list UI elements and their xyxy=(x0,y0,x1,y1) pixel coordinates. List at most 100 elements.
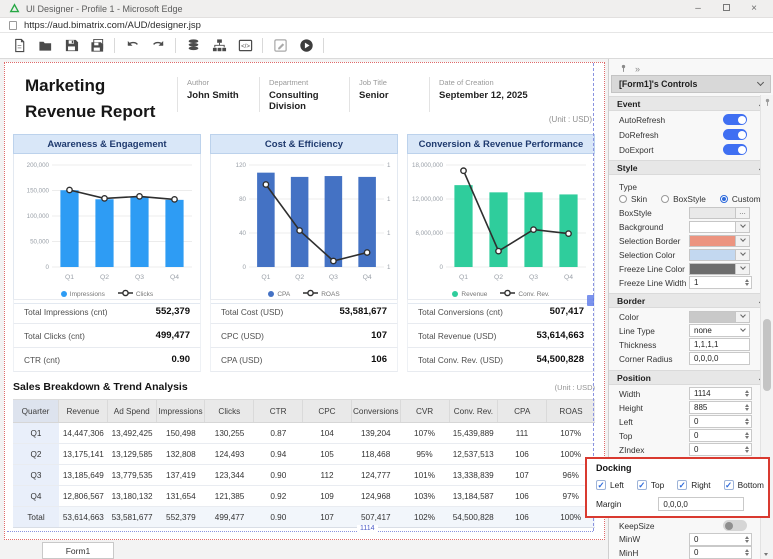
spinner-arrows[interactable] xyxy=(745,418,749,425)
spin-down-icon[interactable] xyxy=(745,422,749,425)
doexport-toggle[interactable] xyxy=(723,144,747,155)
radio-option-boxstyle[interactable]: BoxStyle xyxy=(661,194,706,204)
save-icon[interactable] xyxy=(62,37,80,55)
color-swatch[interactable] xyxy=(689,235,736,247)
section-header-position[interactable]: Position xyxy=(609,370,773,385)
stats-column-1[interactable]: Total Impressions (cnt)552,379Total Clic… xyxy=(13,299,201,372)
keepsize-toggle[interactable] xyxy=(723,520,747,531)
number-input[interactable]: 1114 xyxy=(689,387,752,400)
spin-up-icon[interactable] xyxy=(745,279,749,282)
form-canvas[interactable]: Marketing Revenue Report AuthorJohn Smit… xyxy=(4,62,605,540)
spin-down-icon[interactable] xyxy=(745,283,749,286)
section-header-event[interactable]: Event xyxy=(609,96,773,111)
address-bar[interactable]: https://aud.bimatrix.com/AUD/designer.js… xyxy=(0,18,773,33)
spin-up-icon[interactable] xyxy=(745,549,749,552)
spin-down-icon[interactable] xyxy=(745,394,749,397)
spin-up-icon[interactable] xyxy=(745,446,749,449)
number-input[interactable]: 0 xyxy=(689,533,752,546)
dropdown-button[interactable] xyxy=(736,221,750,233)
table-row[interactable]: Q213,175,14113,129,585132,808124,4930.94… xyxy=(13,444,595,465)
spinner-arrows[interactable] xyxy=(745,549,749,556)
spin-down-icon[interactable] xyxy=(745,540,749,543)
spinner-arrows[interactable] xyxy=(745,404,749,411)
margin-input[interactable]: 0,0,0,0 xyxy=(658,497,744,511)
docking-checkbox-bottom[interactable]: ✓Bottom xyxy=(724,480,764,490)
spinner-arrows[interactable] xyxy=(745,536,749,543)
stats-column-2[interactable]: Total Cost (USD)53,581,677CPC (USD)107CP… xyxy=(210,299,398,372)
docking-checkbox-top[interactable]: ✓Top xyxy=(637,480,664,490)
spin-up-icon[interactable] xyxy=(745,432,749,435)
run-icon[interactable] xyxy=(297,37,315,55)
table-row[interactable]: Total53,614,66353,581,677552,379499,4770… xyxy=(13,507,595,528)
table-row[interactable]: Q313,185,64913,779,535137,419123,3440.90… xyxy=(13,465,595,486)
scroll-down-icon[interactable] xyxy=(764,553,768,556)
form-tab[interactable]: Form1 xyxy=(42,542,114,559)
spin-down-icon[interactable] xyxy=(745,450,749,453)
new-document-icon[interactable] xyxy=(10,37,28,55)
open-folder-icon[interactable] xyxy=(36,37,54,55)
close-button[interactable]: × xyxy=(749,3,759,14)
text-input[interactable]: 0,0,0,0 xyxy=(689,352,750,365)
chart-card-1[interactable]: Awareness & Engagement050,000100,000150,… xyxy=(13,134,201,304)
checkbox-label: Right xyxy=(691,480,710,490)
spinner-arrows[interactable] xyxy=(745,432,749,439)
minimize-button[interactable]: – xyxy=(693,3,703,14)
autorefresh-toggle[interactable] xyxy=(723,114,747,125)
chart-card-2[interactable]: Cost & Efficiency014018011201Q1Q2Q3Q4CPA… xyxy=(210,134,398,304)
save-all-icon[interactable] xyxy=(88,37,106,55)
number-input[interactable]: 1 xyxy=(689,276,752,289)
number-input[interactable]: 885 xyxy=(689,401,752,414)
dropdown-button[interactable] xyxy=(736,311,750,323)
radio-option-custom[interactable]: Custom xyxy=(720,194,761,204)
number-input[interactable]: 0 xyxy=(689,415,752,428)
spin-down-icon[interactable] xyxy=(745,408,749,411)
controls-header[interactable]: [Form1]'s Controls xyxy=(611,75,771,93)
spin-up-icon[interactable] xyxy=(745,404,749,407)
section-header-style[interactable]: Style xyxy=(609,160,773,175)
scroll-pin-icon[interactable] xyxy=(763,97,772,108)
resize-handle-icon[interactable] xyxy=(587,295,594,306)
number-input[interactable]: 0 xyxy=(689,546,752,559)
spinner-arrows[interactable] xyxy=(745,446,749,453)
docking-checkbox-left[interactable]: ✓Left xyxy=(596,480,624,490)
undo-icon[interactable] xyxy=(123,37,141,55)
color-swatch[interactable] xyxy=(689,207,736,219)
hierarchy-icon[interactable] xyxy=(210,37,228,55)
radio-option-skin[interactable]: Skin xyxy=(619,194,647,204)
number-input[interactable]: 0 xyxy=(689,443,752,456)
spin-down-icon[interactable] xyxy=(745,553,749,556)
maximize-button[interactable] xyxy=(721,3,731,14)
color-swatch[interactable] xyxy=(689,263,736,275)
sales-table[interactable]: QuarterRevenueAd SpendImpressionsClicksC… xyxy=(13,399,595,528)
redo-icon[interactable] xyxy=(149,37,167,55)
dropdown-button[interactable] xyxy=(736,235,750,247)
collapse-panel-icon[interactable]: » xyxy=(635,64,640,74)
table-row[interactable]: Q114,447,30613,492,425150,498130,2550.87… xyxy=(13,423,595,444)
scrollbar-thumb[interactable] xyxy=(763,319,771,391)
spinner-arrows[interactable] xyxy=(745,390,749,397)
docking-checkbox-right[interactable]: ✓Right xyxy=(677,480,710,490)
ellipsis-button[interactable]: … xyxy=(736,207,750,219)
spin-up-icon[interactable] xyxy=(745,536,749,539)
data-source-icon[interactable] xyxy=(184,37,202,55)
number-input[interactable]: 0 xyxy=(689,429,752,442)
text-input[interactable]: 1,1,1,1 xyxy=(689,338,750,351)
pin-icon[interactable] xyxy=(619,63,628,74)
color-swatch[interactable] xyxy=(689,221,736,233)
spin-down-icon[interactable] xyxy=(745,436,749,439)
dropdown-select[interactable]: none xyxy=(689,324,750,337)
color-swatch[interactable] xyxy=(689,249,736,261)
spin-up-icon[interactable] xyxy=(745,418,749,421)
code-view-icon[interactable]: </> xyxy=(236,37,254,55)
color-swatch[interactable] xyxy=(689,311,736,323)
stats-column-3[interactable]: Total Conversions (cnt)507,417Total Reve… xyxy=(407,299,595,372)
table-row[interactable]: Q412,806,56713,180,132131,654121,3850.92… xyxy=(13,486,595,507)
chart-card-3[interactable]: Conversion & Revenue Performance06,000,0… xyxy=(407,134,595,304)
dropdown-button[interactable] xyxy=(736,249,750,261)
section-header-border[interactable]: Border xyxy=(609,293,773,308)
dorefresh-toggle[interactable] xyxy=(723,129,747,140)
spinner-arrows[interactable] xyxy=(745,279,749,286)
spin-up-icon[interactable] xyxy=(745,390,749,393)
edit-icon[interactable] xyxy=(271,37,289,55)
dropdown-button[interactable] xyxy=(736,263,750,275)
